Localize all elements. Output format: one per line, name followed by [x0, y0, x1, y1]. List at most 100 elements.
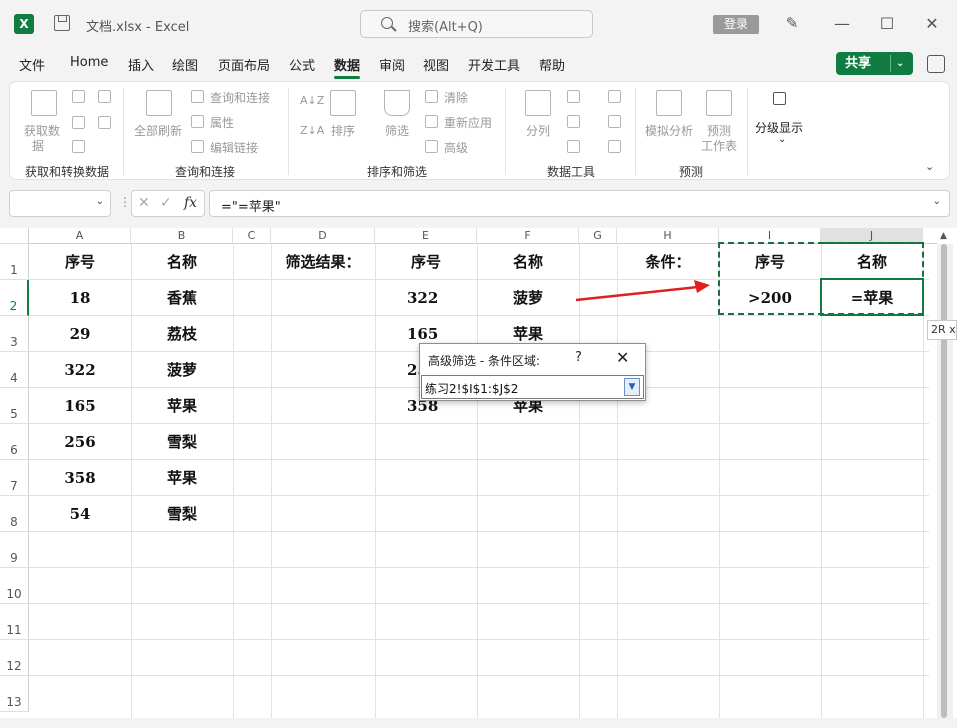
existing-connections-icon[interactable] — [98, 116, 111, 129]
row-header[interactable]: 3 — [0, 316, 29, 352]
sort-desc-button[interactable]: Z↓A — [300, 124, 324, 137]
login-button[interactable]: 登录 — [713, 15, 759, 34]
confirm-icon[interactable]: ✓ — [160, 195, 172, 211]
relationships-icon[interactable] — [608, 115, 621, 128]
cell-b2[interactable]: 香蕉 — [131, 280, 233, 316]
advanced-button[interactable]: 高级 — [444, 139, 468, 156]
scroll-up-icon[interactable]: ▲ — [940, 231, 947, 241]
worksheet-grid[interactable]: A B C D E F G H I J 1 2 3 4 5 6 7 8 9 10… — [0, 228, 957, 718]
cancel-icon[interactable]: ✕ — [138, 195, 150, 211]
close-icon[interactable]: ✕ — [920, 12, 944, 36]
col-header-c[interactable]: C — [233, 228, 271, 244]
split-button[interactable]: 分列 — [526, 122, 550, 139]
cell-b4[interactable]: 菠萝 — [131, 352, 233, 388]
row-header[interactable]: 7 — [0, 460, 29, 496]
row-header[interactable]: 6 — [0, 424, 29, 460]
search-input[interactable]: 搜索(Alt+Q) — [360, 10, 593, 38]
table-range-icon[interactable] — [72, 140, 85, 153]
tab-review[interactable]: 审阅 — [379, 55, 405, 74]
cell-a5[interactable]: 165 — [29, 388, 131, 424]
tab-developer[interactable]: 开发工具 — [468, 55, 520, 74]
flash-fill-icon[interactable] — [567, 90, 580, 103]
cell-b7[interactable]: 苹果 — [131, 460, 233, 496]
cell-a1[interactable]: 序号 — [29, 244, 131, 280]
vertical-scrollbar[interactable]: ▲ — [937, 231, 953, 718]
row-header[interactable]: 10 — [0, 568, 29, 604]
reapply-button[interactable]: 重新应用 — [444, 114, 492, 131]
cell-f2[interactable]: 菠萝 — [477, 280, 579, 316]
cell-b6[interactable]: 雪梨 — [131, 424, 233, 460]
row-header[interactable]: 4 — [0, 352, 29, 388]
sort-button[interactable]: 排序 — [331, 122, 355, 139]
data-validation-icon[interactable] — [567, 140, 580, 153]
cell-a6[interactable]: 256 — [29, 424, 131, 460]
filter-button[interactable]: 筛选 — [385, 122, 409, 139]
properties-button[interactable]: 属性 — [210, 114, 234, 131]
tab-page-layout[interactable]: 页面布局 — [218, 55, 270, 74]
row-header[interactable]: 11 — [0, 604, 29, 640]
row-header[interactable]: 12 — [0, 640, 29, 676]
formula-input[interactable]: ="=苹果" ⌄ — [209, 190, 950, 217]
row-header[interactable]: 2 — [0, 280, 29, 316]
tab-data[interactable]: 数据 — [334, 55, 361, 79]
name-box[interactable]: ⌄ — [9, 190, 111, 217]
text-csv-icon[interactable] — [72, 90, 85, 103]
sort-asc-button[interactable]: A↓Z — [300, 94, 324, 107]
col-header-e[interactable]: E — [375, 228, 477, 244]
collapse-ribbon-chevron-icon[interactable]: ⌄ — [925, 160, 934, 173]
tab-file[interactable]: 文件 — [19, 55, 45, 74]
row-header[interactable]: 1 — [0, 244, 29, 280]
cell-b3[interactable]: 荔枝 — [131, 316, 233, 352]
col-header-g[interactable]: G — [579, 228, 617, 244]
more-icon[interactable]: ⋮ — [119, 195, 131, 209]
edit-links-button[interactable]: 编辑链接 — [210, 139, 258, 156]
col-header-h[interactable]: H — [617, 228, 719, 244]
tab-view[interactable]: 视图 — [423, 55, 449, 74]
col-header-f[interactable]: F — [477, 228, 579, 244]
chevron-down-icon[interactable]: ⌄ — [896, 52, 904, 75]
tab-insert[interactable]: 插入 — [128, 55, 154, 74]
minimize-icon[interactable]: — — [830, 12, 854, 36]
row-header[interactable]: 13 — [0, 676, 29, 712]
comment-icon[interactable] — [927, 55, 945, 73]
help-button[interactable]: ? — [575, 350, 582, 365]
cell-f1[interactable]: 名称 — [477, 244, 579, 280]
what-if-button[interactable]: 模拟分析 — [645, 122, 693, 139]
select-all-corner[interactable] — [0, 228, 29, 244]
web-icon[interactable] — [72, 116, 85, 129]
cell-a2[interactable]: 18 — [29, 280, 131, 316]
save-icon[interactable] — [54, 15, 70, 31]
cell-a7[interactable]: 358 — [29, 460, 131, 496]
row-header[interactable]: 5 — [0, 388, 29, 424]
cell-e1[interactable]: 序号 — [375, 244, 477, 280]
pen-icon[interactable]: ✎ — [783, 14, 801, 32]
dialog-close-button[interactable]: ✕ — [616, 348, 629, 367]
remove-duplicates-icon[interactable] — [567, 115, 580, 128]
tab-formulas[interactable]: 公式 — [289, 55, 315, 74]
tab-help[interactable]: 帮助 — [539, 55, 565, 74]
col-header-d[interactable]: D — [271, 228, 375, 244]
cell-h1[interactable]: 条件： — [617, 244, 719, 280]
consolidate-icon[interactable] — [608, 90, 621, 103]
scrollbar-thumb[interactable] — [941, 244, 947, 718]
outline-chevron-down-icon[interactable]: ⌄ — [778, 134, 786, 145]
cell-e2[interactable]: 322 — [375, 280, 477, 316]
cell-d1[interactable]: 筛选结果： — [271, 244, 375, 280]
criteria-range-input[interactable]: 练习2!$I$1:$J$2 ▼ — [421, 375, 644, 399]
maximize-icon[interactable]: ☐ — [875, 12, 899, 36]
cell-a4[interactable]: 322 — [29, 352, 131, 388]
chevron-down-icon[interactable]: ⌄ — [96, 196, 104, 207]
recent-sources-icon[interactable] — [98, 90, 111, 103]
col-header-a[interactable]: A — [29, 228, 131, 244]
row-header[interactable]: 9 — [0, 532, 29, 568]
tab-draw[interactable]: 绘图 — [172, 55, 198, 74]
col-header-k[interactable] — [923, 228, 937, 244]
cell-a3[interactable]: 29 — [29, 316, 131, 352]
share-button[interactable]: 共享 ⌄ — [836, 52, 913, 75]
col-header-b[interactable]: B — [131, 228, 233, 244]
expand-formula-chevron-icon[interactable]: ⌄ — [933, 196, 941, 207]
cell-b8[interactable]: 雪梨 — [131, 496, 233, 532]
expand-dialog-icon[interactable]: ▼ — [624, 378, 640, 396]
queries-connections-button[interactable]: 查询和连接 — [210, 89, 270, 106]
cell-b1[interactable]: 名称 — [131, 244, 233, 280]
